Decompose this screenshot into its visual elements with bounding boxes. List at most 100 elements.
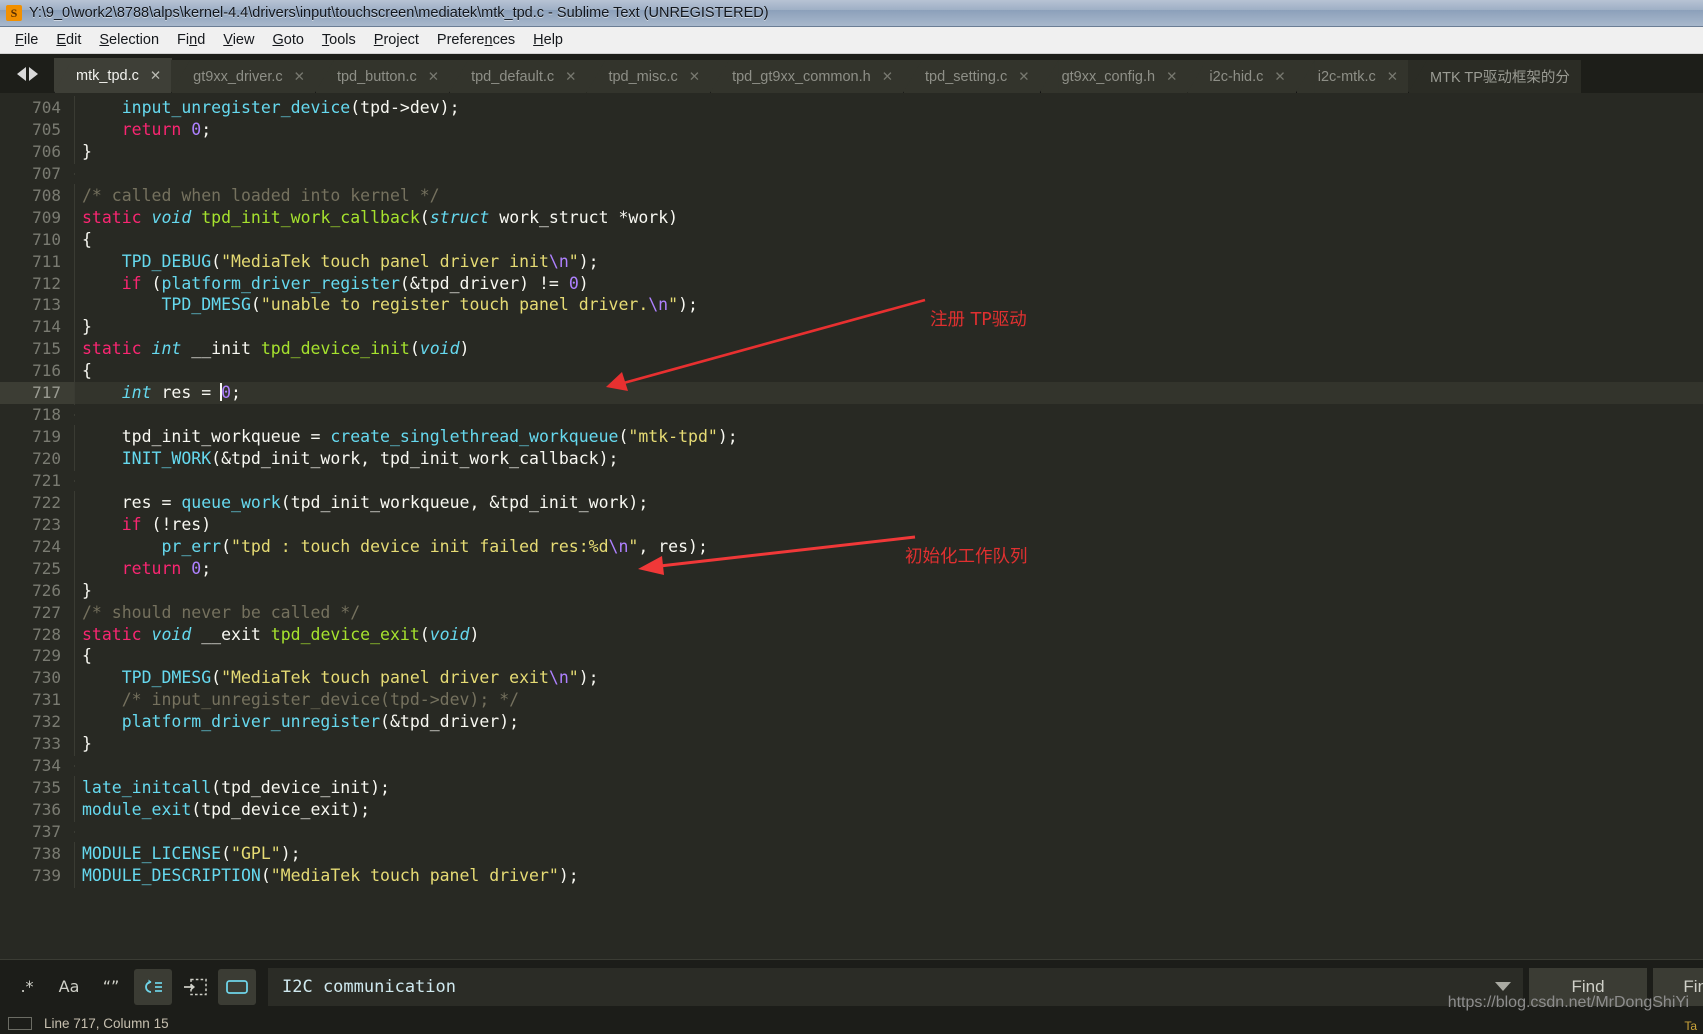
code-line[interactable]: 736 module_exit(tpd_device_exit);	[0, 798, 1703, 822]
tab-2[interactable]: tpd_button.c ✕	[314, 60, 451, 93]
line-number: 710	[32, 229, 61, 249]
case-sensitive-toggle[interactable]: Aa	[50, 969, 88, 1005]
code-line[interactable]: 705 return 0;	[0, 117, 1703, 142]
tab-1[interactable]: gt9xx_driver.c ✕	[171, 60, 316, 93]
code-line[interactable]: 717 int res = 0;	[0, 381, 1703, 406]
menu-item-selection[interactable]: Selection	[90, 28, 168, 53]
line-content: late_initcall(tpd_device_init);	[74, 776, 390, 800]
line-number: 716	[32, 361, 61, 381]
code-line[interactable]: 721	[0, 470, 1703, 492]
tab-10[interactable]: MTK TP驱动框架的分	[1408, 60, 1581, 93]
code-line[interactable]: 730 TPD_DMESG("MediaTek touch panel driv…	[0, 666, 1703, 691]
tab-close-icon[interactable]: ✕	[882, 69, 893, 85]
tab-8[interactable]: i2c-hid.c ✕	[1187, 60, 1297, 93]
code-token: module_exit	[82, 800, 192, 819]
code-line[interactable]: 711 TPD_DEBUG("MediaTek touch panel driv…	[0, 249, 1703, 274]
find-history-dropdown[interactable]	[1483, 967, 1523, 1006]
tab-close-icon[interactable]: ✕	[565, 69, 576, 85]
code-line[interactable]: 710 {	[0, 227, 1703, 252]
next-tab-arrow[interactable]	[28, 66, 38, 81]
status-checkbox[interactable]	[8, 1017, 32, 1030]
tab-4[interactable]: tpd_misc.c ✕	[586, 60, 712, 93]
code-line[interactable]: 716 {	[0, 359, 1703, 384]
menu-item-goto[interactable]: Goto	[263, 28, 312, 53]
case-sensitive-toggle-label: Aa	[58, 977, 80, 996]
tab-close-icon[interactable]: ✕	[1166, 69, 1177, 85]
tab-9[interactable]: i2c-mtk.c ✕	[1295, 60, 1410, 93]
code-line[interactable]: 719 tpd_init_workqueue = create_singleth…	[0, 425, 1703, 449]
code-line[interactable]: 724 pr_err("tpd : touch device init fail…	[0, 534, 1703, 559]
code-editor[interactable]: 704 input_unregister_device(tpd->dev); 70…	[0, 93, 1703, 959]
tab-close-icon[interactable]: ✕	[689, 69, 700, 85]
menu-item-tools[interactable]: Tools	[313, 28, 365, 53]
code-line[interactable]: 707	[0, 163, 1703, 185]
menu-item-help[interactable]: Help	[524, 28, 572, 53]
code-line[interactable]: 728 static void __exit tpd_device_exit(vo…	[0, 622, 1703, 647]
code-token: 0	[221, 383, 232, 403]
code-line[interactable]: 739 MODULE_DESCRIPTION("MediaTek touch pa…	[0, 863, 1703, 888]
code-line[interactable]: 735 late_initcall(tpd_device_init);	[0, 776, 1703, 800]
in-selection-toggle[interactable]	[176, 969, 214, 1005]
find-input[interactable]	[282, 976, 1469, 997]
tab-close-icon[interactable]: ✕	[294, 69, 305, 85]
tab-close-icon[interactable]: ✕	[1274, 69, 1285, 85]
line-number: 721	[32, 470, 61, 490]
menu-item-view[interactable]: View	[214, 28, 263, 53]
line-content: static void __exit tpd_device_exit(void)	[74, 622, 479, 647]
code-token: (	[409, 339, 420, 359]
prev-tab-arrow[interactable]	[16, 66, 26, 81]
regex-toggle[interactable]: .*	[8, 969, 46, 1005]
tab-label: i2c-mtk.c	[1317, 68, 1376, 85]
menu-item-project[interactable]: Project	[365, 28, 428, 53]
code-line[interactable]: 720 INIT_WORK(&tpd_init_work, tpd_init_w…	[0, 447, 1703, 471]
find-input-wrapper[interactable]	[268, 967, 1483, 1006]
tab-close-icon[interactable]: ✕	[150, 68, 161, 84]
line-number: 726	[32, 580, 61, 600]
tab-3[interactable]: tpd_default.c ✕	[449, 60, 588, 93]
menu-item-preferences[interactable]: Preferences	[428, 28, 524, 53]
find-prev-button[interactable]: Find P	[1653, 967, 1703, 1006]
code-line[interactable]: 704 input_unregister_device(tpd->dev);	[0, 96, 1703, 120]
code-line[interactable]: 725 return 0;	[0, 556, 1703, 581]
tab-close-icon[interactable]: ✕	[1018, 69, 1029, 85]
code-line[interactable]: 709 static void tpd_init_work_callback(st…	[0, 205, 1703, 230]
code-line[interactable]: 737	[0, 821, 1703, 843]
line-content: return 0;	[74, 117, 211, 142]
code-line[interactable]: 722 res = queue_work(tpd_init_workqueue,…	[0, 490, 1703, 515]
find-button[interactable]: Find	[1529, 967, 1647, 1006]
tab-close-icon[interactable]: ✕	[428, 69, 439, 85]
code-line[interactable]: 706}	[0, 139, 1703, 164]
code-line[interactable]: 714}	[0, 315, 1703, 340]
tab-6[interactable]: tpd_setting.c ✕	[903, 60, 1041, 93]
code-line[interactable]: 729 {	[0, 644, 1703, 669]
menu-item-edit[interactable]: Edit	[47, 28, 90, 53]
code-line[interactable]: 712 if (platform_driver_register(&tpd_dr…	[0, 271, 1703, 296]
whole-word-toggle[interactable]: “”	[92, 969, 130, 1005]
code-line[interactable]: 718	[0, 404, 1703, 426]
code-token: \n	[548, 668, 569, 688]
code-line[interactable]: 727 /* should never be called */	[0, 600, 1703, 625]
code-line[interactable]: 708 /* called when loaded into kernel */	[0, 183, 1703, 208]
tab-0[interactable]: mtk_tpd.c ✕	[54, 58, 173, 93]
tab-5[interactable]: tpd_gt9xx_common.h ✕	[710, 60, 905, 93]
code-line[interactable]: 723 if (!res)	[0, 512, 1703, 537]
code-line[interactable]: 726}	[0, 578, 1703, 603]
code-token: (	[211, 251, 222, 271]
code-line[interactable]: 715 static int __init tpd_device_init(voi…	[0, 337, 1703, 362]
tab-7[interactable]: gt9xx_config.h ✕	[1039, 60, 1189, 93]
menu-item-file[interactable]: File	[6, 28, 47, 53]
code-line[interactable]: 732 platform_driver_unregister(&tpd_driv…	[0, 710, 1703, 735]
highlight-results-toggle[interactable]	[218, 968, 256, 1005]
code-token: 0	[191, 558, 202, 578]
menu-item-find[interactable]: Find	[168, 28, 214, 53]
code-line[interactable]: 731 /* input_unregister_device(tpd->dev)…	[0, 688, 1703, 713]
code-line[interactable]: 734	[0, 755, 1703, 777]
code-line[interactable]: 713 TPD_DMESG("unable to register touch …	[0, 293, 1703, 318]
find-panel: .* Aa “” Find Find P	[0, 959, 1703, 1013]
menu-label-help: elp	[543, 31, 563, 48]
wrap-search-toggle[interactable]	[134, 968, 172, 1005]
tab-close-icon[interactable]: ✕	[1387, 69, 1398, 85]
code-line[interactable]: 738 MODULE_LICENSE("GPL");	[0, 841, 1703, 866]
code-line[interactable]: 733}	[0, 732, 1703, 757]
